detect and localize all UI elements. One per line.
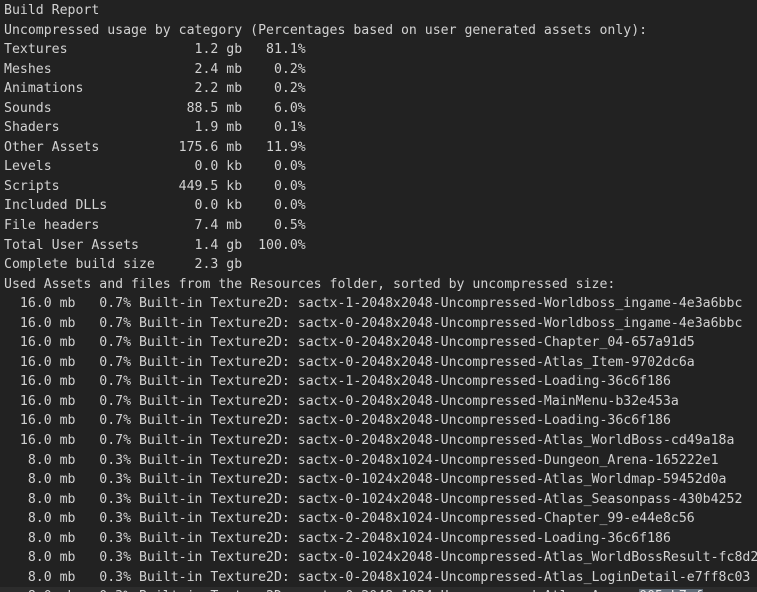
category-row[interactable]: Levels 0.0 kb 0.0% — [0, 157, 757, 177]
asset-row-text: 16.0 mb 0.7% Built-in Texture2D: sactx-0… — [4, 393, 679, 409]
asset-row[interactable]: 8.0 mb 0.3% Built-in Texture2D: sactx-0-… — [0, 568, 757, 588]
asset-row-text: 16.0 mb 0.7% Built-in Texture2D: sactx-0… — [4, 335, 695, 351]
category-row[interactable]: Included DLLs 0.0 kb 0.0% — [0, 196, 757, 216]
asset-row[interactable]: 8.0 mb 0.3% Built-in Texture2D: sactx-0-… — [0, 470, 757, 490]
category-section-header: Uncompressed usage by category (Percenta… — [4, 22, 648, 38]
asset-row-text: 8.0 mb 0.3% Built-in Texture2D: sactx-0-… — [4, 472, 727, 488]
asset-row-text: 8.0 mb 0.3% Built-in Texture2D: sactx-0-… — [4, 587, 639, 592]
asset-row-text: 8.0 mb 0.3% Built-in Texture2D: sactx-0-… — [4, 511, 695, 527]
report-heading: Build Report — [4, 3, 100, 18]
asset-row[interactable]: 16.0 mb 0.7% Built-in Texture2D: sactx-0… — [0, 314, 757, 334]
asset-row-text: 8.0 mb 0.3% Built-in Texture2D: sactx-0-… — [4, 569, 751, 585]
category-row[interactable]: Shaders 1.9 mb 0.1% — [0, 118, 757, 138]
category-row[interactable]: Textures 1.2 gb 81.1% — [0, 40, 757, 60]
category-row[interactable]: Sounds 88.5 mb 6.0% — [0, 99, 757, 119]
asset-row[interactable]: 16.0 mb 0.7% Built-in Texture2D: sactx-1… — [0, 294, 757, 314]
asset-row[interactable]: 16.0 mb 0.7% Built-in Texture2D: sactx-1… — [0, 372, 757, 392]
category-row[interactable]: Animations 2.2 mb 0.2% — [0, 79, 757, 99]
build-report-console[interactable]: Build Report Uncompressed usage by catego… — [0, 0, 757, 592]
asset-row-text: 16.0 mb 0.7% Built-in Texture2D: sactx-0… — [4, 354, 695, 370]
asset-row-text: 16.0 mb 0.7% Built-in Texture2D: sactx-1… — [4, 374, 671, 390]
asset-row-text: 8.0 mb 0.3% Built-in Texture2D: sactx-0-… — [4, 550, 757, 566]
assets-section-header: Used Assets and files from the Resources… — [4, 276, 616, 292]
asset-row[interactable]: 16.0 mb 0.7% Built-in Texture2D: sactx-0… — [0, 353, 757, 373]
asset-row-text: 16.0 mb 0.7% Built-in Texture2D: sactx-1… — [4, 296, 743, 312]
asset-row[interactable]: 8.0 mb 0.3% Built-in Texture2D: sactx-2-… — [0, 529, 757, 549]
asset-row-text: 8.0 mb 0.3% Built-in Texture2D: sactx-0-… — [4, 491, 743, 507]
asset-row[interactable]: 8.0 mb 0.3% Built-in Texture2D: sactx-0-… — [0, 587, 757, 592]
asset-row[interactable]: 16.0 mb 0.7% Built-in Texture2D: sactx-0… — [0, 392, 757, 412]
asset-row[interactable]: 16.0 mb 0.7% Built-in Texture2D: sactx-0… — [0, 431, 757, 451]
category-row[interactable]: Meshes 2.4 mb 0.2% — [0, 60, 757, 80]
category-row[interactable]: Total User Assets 1.4 gb 100.0% — [0, 236, 757, 256]
category-row[interactable]: Complete build size 2.3 gb — [0, 255, 757, 275]
asset-row[interactable]: 16.0 mb 0.7% Built-in Texture2D: sactx-0… — [0, 411, 757, 431]
asset-row-text: 16.0 mb 0.7% Built-in Texture2D: sactx-0… — [4, 413, 671, 429]
asset-row[interactable]: 8.0 mb 0.3% Built-in Texture2D: sactx-0-… — [0, 490, 757, 510]
category-row[interactable]: Other Assets 175.6 mb 11.9% — [0, 138, 757, 158]
category-row[interactable]: File headers 7.4 mb 0.5% — [0, 216, 757, 236]
asset-row[interactable]: 8.0 mb 0.3% Built-in Texture2D: sactx-0-… — [0, 451, 757, 471]
category-row[interactable]: Scripts 449.5 kb 0.0% — [0, 177, 757, 197]
asset-row-text: 8.0 mb 0.3% Built-in Texture2D: sactx-2-… — [4, 530, 671, 546]
asset-row[interactable]: 16.0 mb 0.7% Built-in Texture2D: sactx-0… — [0, 333, 757, 353]
asset-row[interactable]: 8.0 mb 0.3% Built-in Texture2D: sactx-0-… — [0, 509, 757, 529]
asset-row-text: 16.0 mb 0.7% Built-in Texture2D: sactx-0… — [4, 315, 743, 331]
asset-row-text: 8.0 mb 0.3% Built-in Texture2D: sactx-0-… — [4, 452, 719, 468]
asset-row-text: 16.0 mb 0.7% Built-in Texture2D: sactx-0… — [4, 433, 735, 449]
asset-row[interactable]: 8.0 mb 0.3% Built-in Texture2D: sactx-0-… — [0, 548, 757, 568]
